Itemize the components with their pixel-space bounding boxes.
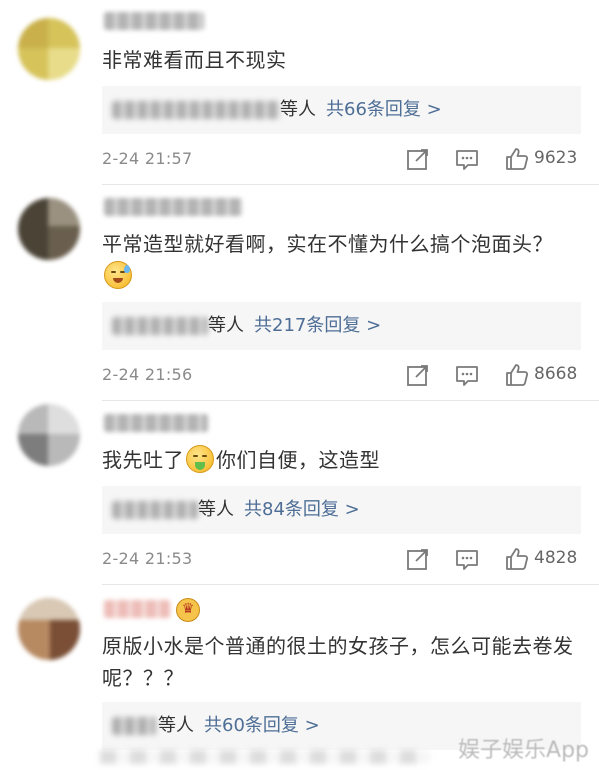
- comment-body-start: 我先吐了: [102, 448, 184, 472]
- comment-body: 平常造型就好看啊，实在不懂为什么搞个泡面头？: [102, 232, 553, 256]
- reply-suffix: 等人: [208, 315, 244, 336]
- timestamp: 2-24 21:53: [102, 549, 193, 568]
- avatar[interactable]: [18, 404, 80, 466]
- vomit-emoji-icon: [186, 445, 214, 473]
- comment-text: 原版小水是个普通的很土的女孩子，怎么可能去卷发呢？？？: [102, 634, 574, 690]
- reply-count-link[interactable]: 共84条回复 >: [244, 499, 360, 520]
- thumbs-up-icon[interactable]: [504, 362, 530, 388]
- comment-icon[interactable]: [454, 146, 480, 172]
- reply-suffix: 等人: [280, 99, 316, 120]
- comment-meta: 2-24 21:53 4828: [102, 546, 581, 574]
- thumbs-up-icon[interactable]: [504, 146, 530, 172]
- share-edit-icon[interactable]: [405, 546, 431, 572]
- sweat-emoji-icon: [104, 261, 132, 289]
- reply-user-names: [112, 717, 156, 735]
- reply-user-names: [112, 317, 208, 335]
- username[interactable]: [104, 414, 208, 432]
- username[interactable]: [104, 198, 242, 216]
- blurred-footer: [100, 750, 430, 764]
- reply-summary[interactable]: 等人 共84条回复 >: [102, 486, 581, 534]
- reply-suffix: 等人: [198, 499, 234, 520]
- watermark: 娱子娱乐App: [458, 738, 589, 763]
- reply-summary[interactable]: 等人 共217条回复 >: [102, 302, 581, 350]
- avatar[interactable]: [18, 198, 80, 260]
- comment-text: 我先吐了 你们自便，这造型: [102, 444, 581, 476]
- avatar[interactable]: [18, 598, 80, 660]
- username[interactable]: [104, 600, 170, 618]
- thumbs-up-icon[interactable]: [504, 546, 530, 572]
- like-count: 9623: [534, 148, 578, 168]
- reply-user-names: [112, 501, 198, 519]
- avatar[interactable]: [18, 18, 80, 80]
- username[interactable]: [104, 12, 204, 30]
- comment-text: 平常造型就好看啊，实在不懂为什么搞个泡面头？: [102, 228, 581, 292]
- reply-count-link[interactable]: 共217条回复 >: [254, 315, 381, 336]
- like-count: 8668: [534, 364, 578, 384]
- reply-suffix: 等人: [158, 715, 194, 736]
- comment-meta: 2-24 21:56 8668: [102, 362, 581, 390]
- timestamp: 2-24 21:57: [102, 149, 193, 168]
- divider: [102, 584, 599, 585]
- comment-text: 非常难看而且不现实: [102, 48, 287, 72]
- reply-count-link[interactable]: 共60条回复 >: [204, 715, 320, 736]
- comment-meta: 2-24 21:57 9623: [102, 146, 581, 174]
- share-edit-icon[interactable]: [405, 362, 431, 388]
- divider: [102, 400, 599, 401]
- share-edit-icon[interactable]: [405, 146, 431, 172]
- timestamp: 2-24 21:56: [102, 365, 193, 384]
- comment-list: 非常难看而且不现实 等人 共66条回复 > 2-24 21:57 9623 平常造…: [0, 0, 599, 770]
- crown-icon: ♛: [176, 598, 200, 622]
- reply-user-names: [112, 101, 280, 119]
- reply-summary[interactable]: 等人 共66条回复 >: [102, 86, 581, 134]
- comment-body-end: 你们自便，这造型: [216, 448, 380, 472]
- divider: [102, 184, 599, 185]
- comment-icon[interactable]: [454, 546, 480, 572]
- like-count: 4828: [534, 548, 578, 568]
- reply-count-link[interactable]: 共66条回复 >: [326, 99, 442, 120]
- comment-icon[interactable]: [454, 362, 480, 388]
